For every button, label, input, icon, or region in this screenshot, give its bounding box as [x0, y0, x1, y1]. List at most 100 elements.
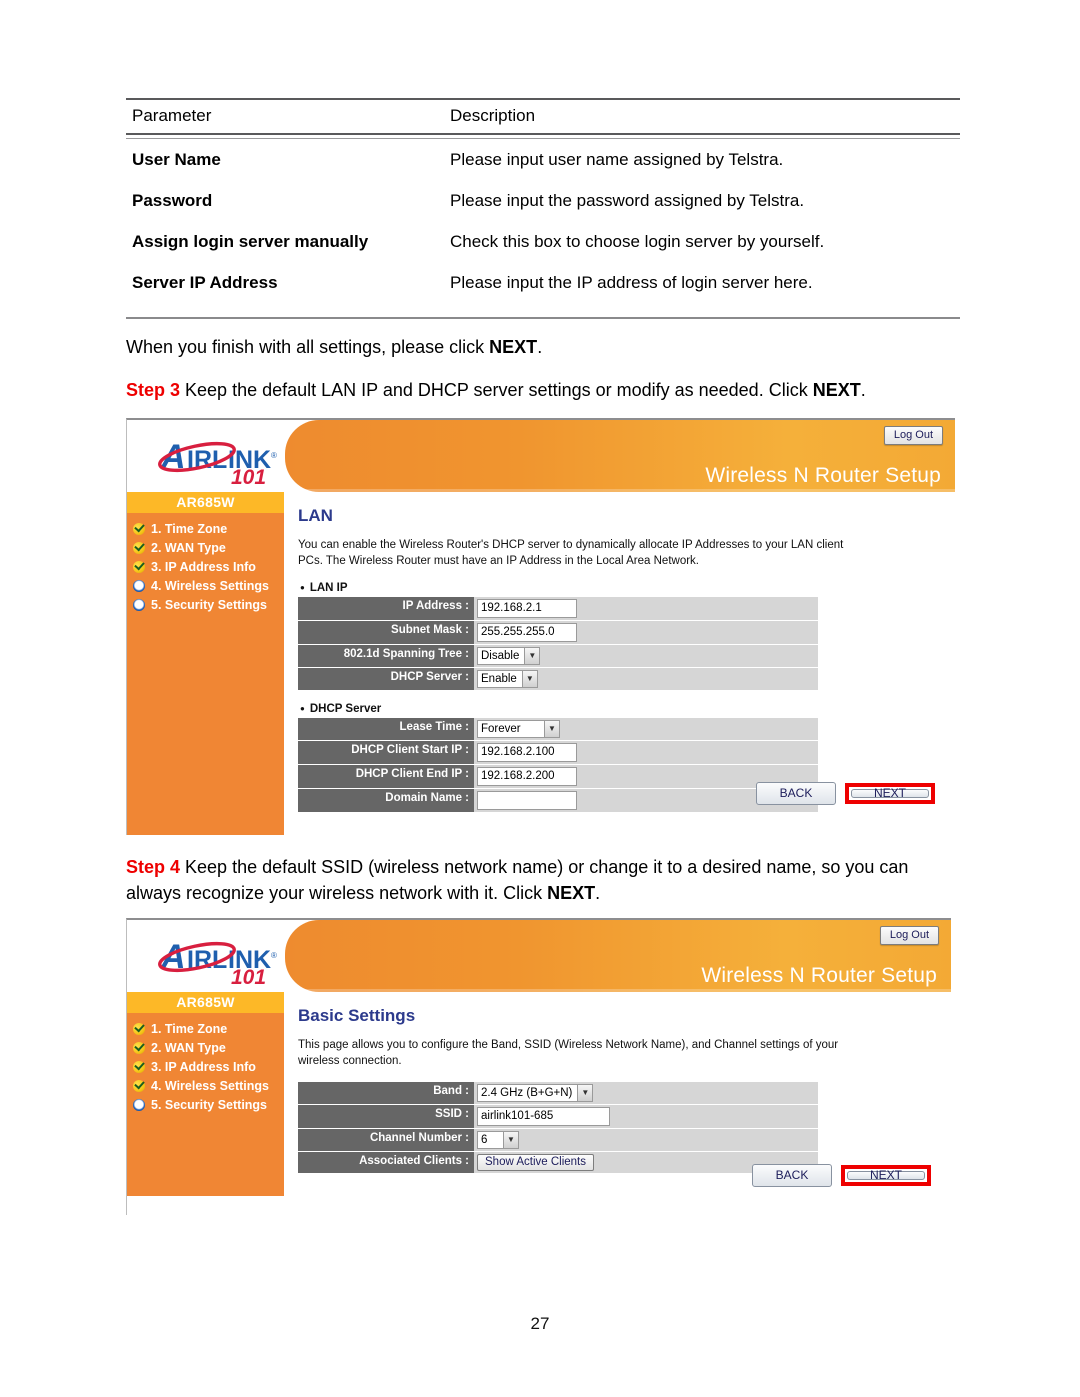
chevron-down-icon: ▼ [521, 670, 537, 687]
form-row-ssid: SSID : airlink101-685 [298, 1104, 818, 1129]
channel-number-select[interactable]: 6 ▼ [477, 1130, 519, 1149]
logout-button[interactable]: Log Out [879, 926, 939, 945]
sidebar-item-security-settings[interactable]: 5. Security Settings [133, 596, 284, 615]
lease-time-select[interactable]: Forever ▼ [477, 719, 560, 738]
sidebar-item-ip-address-info[interactable]: 3. IP Address Info [133, 1058, 284, 1077]
label-subnet-mask: Subnet Mask : [298, 620, 474, 644]
svg-text:®: ® [271, 451, 277, 460]
form-row-dhcp-server-toggle: DHCP Server : Enable ▼ [298, 667, 818, 691]
param-desc-password: Please input the password assigned by Te… [450, 191, 805, 210]
label-spanning-tree: 802.1d Spanning Tree : [298, 644, 474, 667]
channel-number-selected-value: 6 [481, 1133, 488, 1146]
band-select[interactable]: 2.4 GHz (B+G+N) ▼ [477, 1083, 594, 1102]
param-desc-assign-login-server: Check this box to choose login server by… [450, 232, 825, 251]
subnet-mask-input[interactable]: 255.255.255.0 [477, 622, 577, 642]
step3-text: Keep the default LAN IP and DHCP server … [180, 380, 813, 400]
check-complete-icon [133, 542, 145, 554]
column-header-parameter: Parameter [132, 106, 212, 125]
table-bottom-rule [126, 317, 960, 319]
dhcp-client-end-ip-input[interactable]: 192.168.2.200 [477, 766, 577, 786]
step4-paragraph: Step 4 Keep the default SSID (wireless n… [126, 855, 966, 906]
router-header: Wireless N Router Setup Log Out A IRL IN… [127, 420, 955, 492]
sidebar-item-ip-address-info[interactable]: 3. IP Address Info [133, 558, 284, 577]
step4-label: Step 4 [126, 857, 181, 877]
label-ssid: SSID : [298, 1104, 474, 1128]
label-band: Band : [298, 1081, 474, 1104]
svg-text:®: ® [271, 951, 277, 960]
form-row-lease-time: Lease Time : Forever ▼ [298, 717, 818, 741]
model-badge: AR685W [127, 492, 284, 513]
form-row-channel-number: Channel Number : 6 ▼ [298, 1128, 818, 1152]
lan-ip-form: IP Address : 192.168.2.1 Subnet Mask : 2… [298, 596, 818, 691]
wizard-nav-buttons: BACK NEXT [752, 1164, 931, 1187]
sidebar-item-time-zone[interactable]: 1. Time Zone [133, 520, 284, 539]
dhcp-server-select[interactable]: Enable ▼ [477, 669, 538, 688]
table-header-row: Parameter Description [126, 100, 960, 133]
check-complete-icon [133, 1061, 145, 1073]
section-label-lan-ip: LAN IP [300, 582, 955, 594]
dhcp-client-start-ip-input[interactable]: 192.168.2.100 [477, 742, 577, 762]
spanning-tree-selected-value: Disable [481, 649, 520, 662]
pending-step-icon [133, 1099, 145, 1111]
sidebar-item-wireless-settings[interactable]: 4. Wireless Settings [133, 1077, 284, 1096]
check-complete-icon [133, 1080, 145, 1092]
chevron-down-icon: ▼ [577, 1084, 593, 1101]
param-name-password: Password [132, 191, 213, 210]
next-button-highlight: NEXT [845, 783, 935, 804]
panel-title: Basic Settings [298, 1006, 416, 1025]
form-row-dhcp-end-ip: DHCP Client End IP : 192.168.2.200 [298, 764, 818, 789]
step3-paragraph: Step 3 Keep the default LAN IP and DHCP … [126, 378, 966, 404]
check-complete-icon [133, 523, 145, 535]
check-complete-icon [133, 1042, 145, 1054]
router-header: Wireless N Router Setup Log Out A IRL IN… [127, 920, 951, 992]
form-row-band: Band : 2.4 GHz (B+G+N) ▼ [298, 1081, 818, 1105]
sidebar-item-label: 1. Time Zone [151, 1022, 228, 1036]
next-button[interactable]: NEXT [851, 787, 929, 799]
value-cell: 192.168.2.100 [474, 740, 818, 764]
label-dhcp-client-end-ip: DHCP Client End IP : [298, 764, 474, 788]
parameter-description-table: Parameter Description User Name Please i… [126, 98, 960, 319]
domain-name-input[interactable] [477, 790, 577, 810]
basic-settings-panel: Basic Settings This page allows you to c… [284, 992, 951, 1196]
next-button-highlight: NEXT [841, 1165, 931, 1186]
spanning-tree-select[interactable]: Disable ▼ [477, 646, 541, 665]
show-active-clients-button[interactable]: Show Active Clients [477, 1153, 594, 1171]
sidebar-item-label: 5. Security Settings [151, 598, 268, 612]
panel-title: LAN [298, 506, 333, 525]
ssid-input[interactable]: airlink101-685 [477, 1106, 610, 1126]
ip-address-input[interactable]: 192.168.2.1 [477, 598, 577, 618]
table-row: Password Please input the password assig… [126, 180, 960, 221]
panel-description: This page allows you to configure the Ba… [298, 1039, 839, 1068]
finish-settings-paragraph: When you finish with all settings, pleas… [126, 335, 966, 361]
sidebar-item-label: 4. Wireless Settings [151, 1079, 269, 1093]
step3-label: Step 3 [126, 380, 181, 400]
back-button[interactable]: BACK [756, 782, 836, 805]
sidebar-item-label: 3. IP Address Info [151, 560, 256, 574]
finish-next-bold: NEXT [489, 337, 538, 357]
airlink-101-logo: A IRL INK ® 101 [158, 938, 277, 989]
sidebar-item-label: 1. Time Zone [151, 522, 228, 536]
sidebar-item-security-settings[interactable]: 5. Security Settings [133, 1096, 284, 1115]
value-cell: 255.255.255.0 [474, 620, 818, 644]
sidebar-item-wireless-settings[interactable]: 4. Wireless Settings [133, 577, 284, 596]
sidebar-item-wan-type[interactable]: 2. WAN Type [133, 539, 284, 558]
section-label-dhcp-server: DHCP Server [300, 703, 955, 715]
logout-button[interactable]: Log Out [883, 426, 943, 445]
panel-description: You can enable the Wireless Router's DHC… [298, 539, 844, 568]
dhcp-server-form: Lease Time : Forever ▼ DHCP Client Start… [298, 717, 818, 813]
back-button[interactable]: BACK [752, 1164, 832, 1187]
pending-step-icon [133, 580, 145, 592]
finish-text: When you finish with all settings, pleas… [126, 337, 490, 357]
value-cell: Forever ▼ [474, 717, 818, 740]
column-header-description: Description [450, 106, 536, 125]
check-complete-icon [133, 1023, 145, 1035]
step3-suffix: . [860, 380, 866, 400]
sidebar-item-time-zone[interactable]: 1. Time Zone [133, 1020, 284, 1039]
wireless-basic-form: Band : 2.4 GHz (B+G+N) ▼ SSID : airlink1… [298, 1081, 818, 1174]
next-button[interactable]: NEXT [847, 1169, 925, 1181]
router-sidebar: AR685W 1. Time Zone 2. WAN Type 3. IP Ad… [127, 492, 284, 835]
sidebar-item-wan-type[interactable]: 2. WAN Type [133, 1039, 284, 1058]
airlink-101-logo: A IRL INK ® 101 [158, 438, 277, 489]
value-cell: Disable ▼ [474, 644, 818, 667]
svg-text:101: 101 [231, 466, 266, 489]
